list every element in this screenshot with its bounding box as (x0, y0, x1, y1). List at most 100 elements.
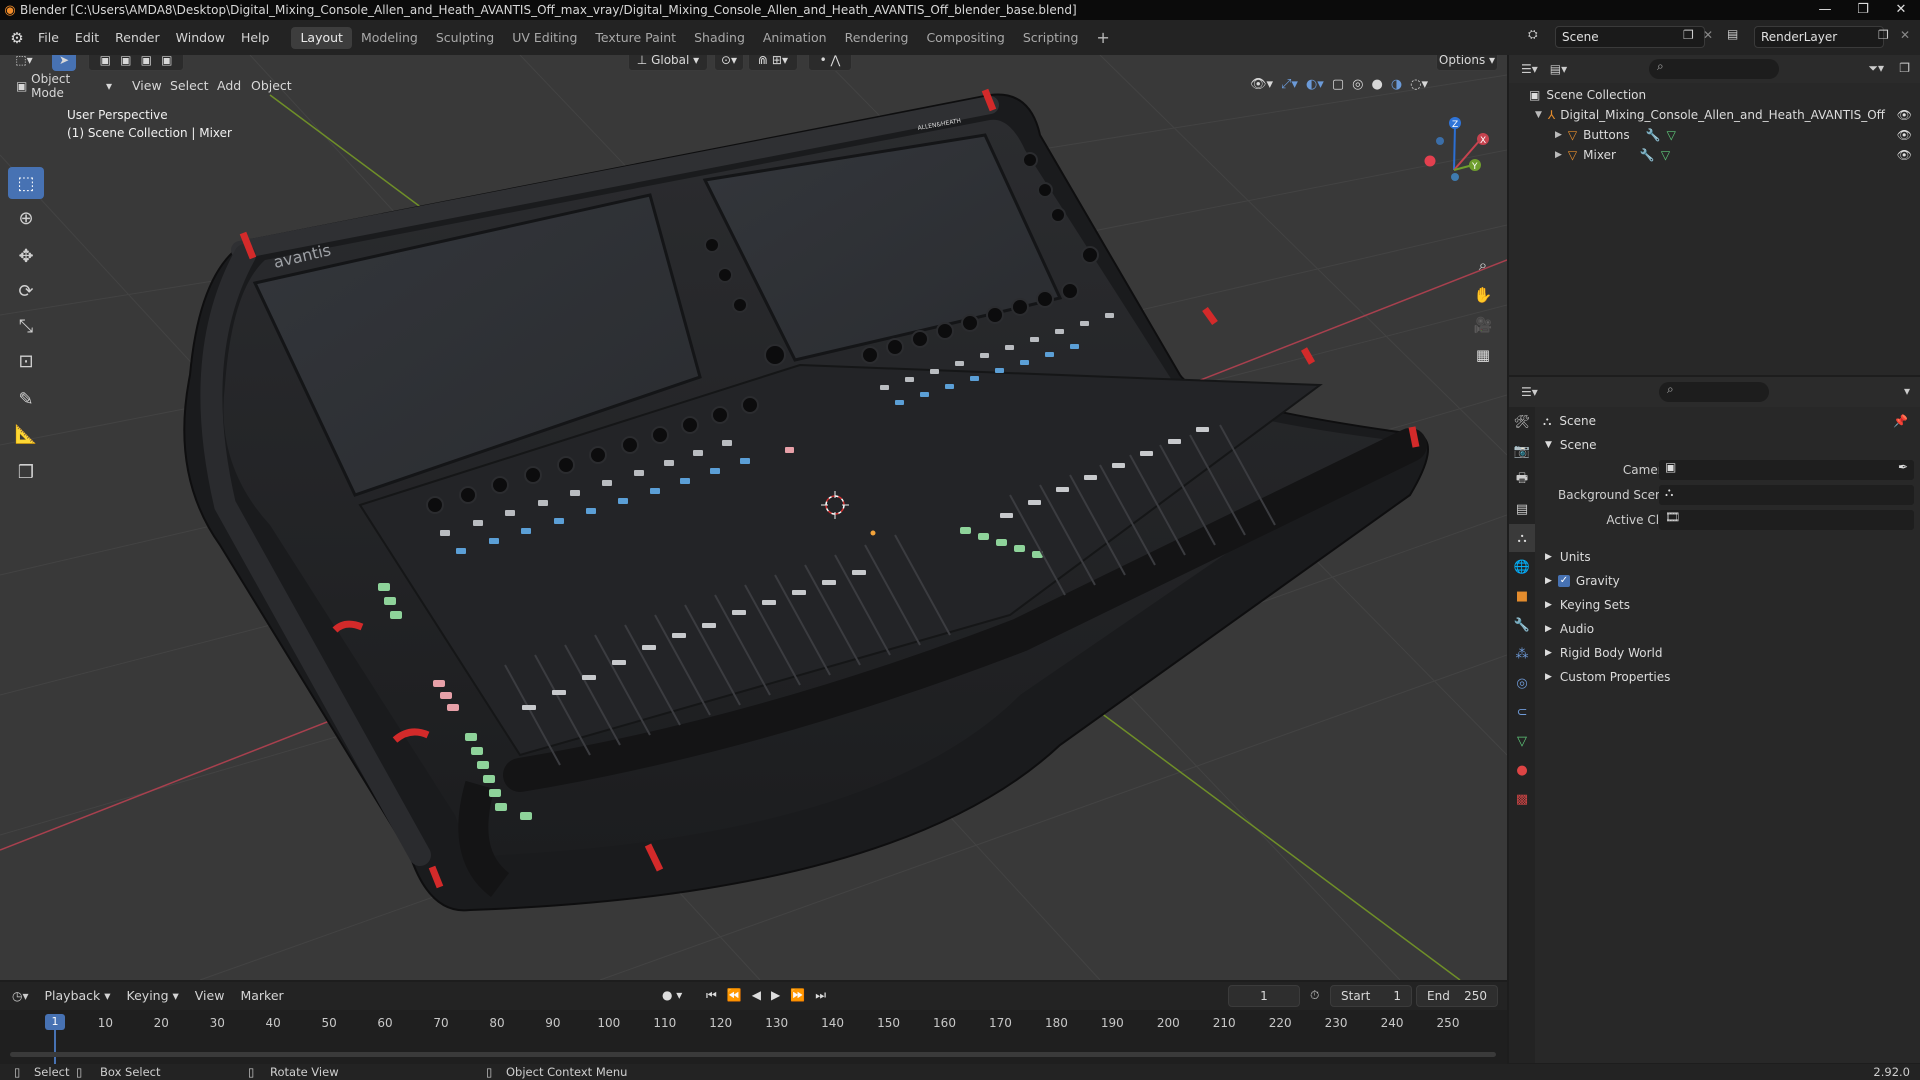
perspective-grid-icon[interactable]: ▦ (1470, 340, 1496, 370)
properties-search-input[interactable]: ⌕ (1659, 382, 1769, 402)
rendered-shading-icon[interactable]: ◌▾ (1410, 77, 1428, 92)
jump-start-icon[interactable]: ⏮ (706, 988, 717, 1003)
timeline-menu-keying[interactable]: Keying ▾ (119, 982, 187, 1010)
tab-view-layer[interactable]: ▤ (1509, 495, 1535, 523)
outliner-row-mixer[interactable]: ▶ ▽ Mixer 🔧 ▽ 👁 (1509, 145, 1920, 165)
camera-view-icon[interactable]: 🎥 (1470, 310, 1496, 340)
editor-type-button[interactable]: ⬚▾ (6, 55, 42, 71)
custom-properties-panel[interactable]: ▶ Custom Properties (1535, 667, 1920, 687)
expand-arrow-icon[interactable]: ▶ (1555, 130, 1562, 140)
timeline-menu-playback[interactable]: Playback ▾ (37, 982, 119, 1010)
viewport-menu-add[interactable]: Add (217, 75, 241, 97)
pan-hand-icon[interactable]: ✋ (1470, 280, 1496, 310)
view-layer-icon[interactable]: ▤ (1727, 27, 1738, 41)
selection-mode-buttons[interactable]: ▣ ▣ ▣ ▣ (88, 55, 184, 71)
record-icon[interactable]: ● ▾ (662, 988, 682, 1002)
timeline-ruler[interactable]: 1 10 20 30 40 50 60 70 80 90 100 110 120 130 140 150 160… (0, 1010, 1507, 1064)
visibility-eye-icon[interactable]: 👁 (1897, 148, 1912, 162)
play-icon[interactable]: ▶ (771, 988, 780, 1003)
tab-tool[interactable]: 🛠 (1509, 408, 1535, 436)
visibility-eye-icon[interactable]: 👁 (1897, 108, 1912, 122)
rotate-tool[interactable]: ⟳ (8, 275, 44, 307)
tab-world[interactable]: 🌐 (1509, 553, 1535, 581)
play-reverse-icon[interactable]: ◀ (752, 988, 761, 1003)
cursor-tool[interactable]: ⊕ (8, 202, 44, 234)
tab-scene[interactable]: ⛬ (1509, 524, 1535, 552)
viewport-menu-select[interactable]: Select (170, 75, 209, 97)
tab-constraints[interactable]: ⊂ (1509, 698, 1535, 726)
camera-field[interactable]: ▣ ✒ (1659, 460, 1914, 480)
viewport-menu-view[interactable]: View (132, 75, 162, 97)
modifier-wrench-icon[interactable]: 🔧 (1646, 128, 1661, 142)
outliner-editor-icon[interactable]: ☰▾ (1521, 62, 1538, 76)
outliner-row-scene-collection[interactable]: ▣ Scene Collection (1509, 85, 1920, 105)
material-shading-icon[interactable]: ◑ (1391, 77, 1402, 92)
menu-help[interactable]: Help (233, 20, 278, 55)
clock-editor-icon[interactable]: ◷▾ (12, 989, 29, 1003)
snap-toggle[interactable]: ⋒ ⊞▾ (748, 55, 798, 71)
outliner-row-buttons[interactable]: ▶ ▽ Buttons 🔧 ▽ 👁 (1509, 125, 1920, 145)
tab-sculpting[interactable]: Sculpting (427, 27, 503, 49)
tab-particles[interactable]: ⁂ (1509, 640, 1535, 668)
close-window-button[interactable]: ✕ (1882, 0, 1920, 20)
tab-texture[interactable]: ▩ (1509, 785, 1535, 813)
tab-layout[interactable]: Layout (291, 26, 352, 49)
active-clip-field[interactable]: 🎞 (1659, 510, 1914, 530)
annotate-tool[interactable]: ✎ (8, 383, 44, 415)
outliner-search-input[interactable]: ⌕ (1649, 59, 1779, 79)
pin-icon[interactable]: 📌 (1893, 414, 1908, 428)
current-frame-field[interactable]: 1 (1228, 985, 1300, 1007)
properties-editor-icon[interactable]: ☰▾ (1521, 385, 1538, 399)
new-scene-icon[interactable]: ❐ (1683, 28, 1694, 42)
select-box-tool[interactable]: ⬚ (8, 167, 44, 199)
menu-file[interactable]: File (30, 20, 67, 55)
solid-shading-icon[interactable]: ● (1371, 77, 1382, 92)
view-layer-selector[interactable]: RenderLayer (1754, 26, 1884, 48)
tab-physics[interactable]: ◎ (1509, 669, 1535, 697)
scale-tool[interactable]: ⤡ (8, 310, 44, 342)
move-tool[interactable]: ✥ (8, 240, 44, 272)
mesh-data-icon[interactable]: ▽ (1661, 148, 1670, 162)
new-collection-icon[interactable]: ❐ (1899, 61, 1910, 75)
visibility-eye-icon[interactable]: 👁 (1897, 128, 1912, 142)
delete-view-layer-icon[interactable]: ✕ (1900, 28, 1910, 42)
audio-panel[interactable]: ▶ Audio (1535, 619, 1920, 639)
stopwatch-icon[interactable]: ⏱ (1310, 988, 1319, 1003)
pivot-point-dropdown[interactable]: ⊙▾ (714, 55, 744, 71)
tab-shading[interactable]: Shading (685, 27, 754, 49)
add-workspace-button[interactable]: + (1087, 27, 1118, 49)
timeline-menu-view[interactable]: View (187, 982, 233, 1010)
scene-icon[interactable]: ⛭ (1528, 27, 1538, 42)
viewport-canvas[interactable]: avantis ALLEN&HEATH Z X Y (0, 55, 1507, 980)
mixing-console-model[interactable]: avantis ALLEN&HEATH (183, 88, 1429, 912)
3d-viewport[interactable]: avantis ALLEN&HEATH Z X Y ⬚▾ ➤ ▣ ▣ ▣ ▣ ⊥… (0, 55, 1507, 980)
timeline-scrollbar[interactable] (10, 1052, 1496, 1057)
mesh-data-icon[interactable]: ▽ (1667, 128, 1676, 142)
gizmo-toggle-icon[interactable]: ⤢▾ (1281, 77, 1298, 92)
mode-dropdown[interactable]: ▣ Object Mode ▾ (10, 72, 118, 100)
add-cube-tool[interactable]: ❒ (8, 456, 44, 488)
tab-object[interactable]: ■ (1509, 582, 1535, 610)
jump-end-icon[interactable]: ⏭ (815, 988, 826, 1003)
playhead-line[interactable] (54, 1030, 56, 1064)
select-tool-button[interactable]: ➤ (52, 55, 76, 71)
tab-scripting[interactable]: Scripting (1014, 27, 1088, 49)
background-scene-field[interactable]: ⛬ (1659, 485, 1914, 505)
tab-animation[interactable]: Animation (754, 27, 836, 49)
wireframe-shading-icon[interactable]: ◎ (1352, 77, 1363, 92)
gravity-checkbox[interactable]: ✓ (1557, 575, 1570, 587)
maximize-button[interactable]: ❐ (1844, 0, 1882, 20)
next-keyframe-icon[interactable]: ⏩ (790, 988, 805, 1003)
delete-scene-icon[interactable]: ✕ (1703, 28, 1713, 42)
navigation-gizmo[interactable]: Z X Y (1424, 117, 1490, 181)
tab-uv-editing[interactable]: UV Editing (503, 27, 586, 49)
xray-toggle-icon[interactable]: ▢ (1332, 77, 1344, 92)
tab-material[interactable]: ● (1509, 756, 1535, 784)
expand-arrow-icon[interactable]: ▶ (1555, 150, 1562, 160)
measure-tool[interactable]: 📐 (8, 418, 44, 450)
timeline-menu-marker[interactable]: Marker (232, 982, 291, 1010)
start-frame-field[interactable]: Start 1 (1330, 985, 1412, 1007)
scene-section-header[interactable]: ▼ Scene (1535, 435, 1920, 455)
options-dropdown[interactable]: Options ▾ (1436, 55, 1498, 71)
prev-keyframe-icon[interactable]: ⏪ (727, 988, 742, 1003)
